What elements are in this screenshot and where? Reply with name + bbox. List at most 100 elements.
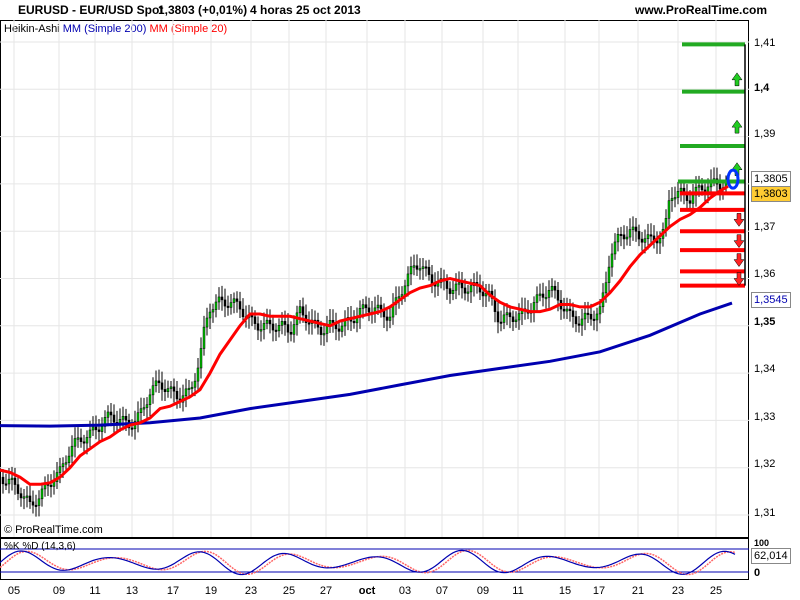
candle-body	[214, 301, 218, 310]
candle-body	[331, 320, 335, 323]
candle-body	[634, 226, 638, 232]
candle-body	[157, 380, 161, 384]
y-tick: 1,32	[754, 458, 776, 470]
candle-body	[706, 186, 710, 193]
candle-body	[613, 241, 617, 255]
candle-body	[592, 318, 596, 321]
x-tick: 27	[319, 585, 333, 597]
candle-body	[205, 317, 209, 328]
candle-body	[409, 266, 413, 275]
candle-body	[688, 200, 692, 204]
candle-body	[412, 265, 416, 268]
candle-body	[514, 319, 518, 322]
candle-body	[322, 333, 326, 336]
candle-body	[232, 298, 236, 303]
candle-body	[697, 185, 701, 188]
candle-body	[238, 301, 242, 310]
candle-body	[253, 316, 257, 324]
x-tick: 25	[709, 585, 723, 597]
ma200-value-box: 1,3545	[751, 292, 791, 308]
candle-body	[388, 316, 392, 321]
candle-body	[4, 483, 8, 486]
candle-body	[667, 200, 671, 219]
candle-body	[160, 382, 164, 390]
stoch-top-tick: 100	[754, 538, 770, 548]
candle-body	[277, 325, 281, 332]
candle-body	[469, 285, 473, 293]
candle-body	[670, 198, 674, 201]
down-arrow-icon	[733, 213, 745, 227]
candle-body	[502, 314, 506, 323]
candle-body	[40, 488, 44, 500]
candle-body	[298, 306, 302, 314]
stoch-value-box: 62,014	[751, 548, 791, 564]
candle-body	[184, 388, 188, 397]
x-tick: 09	[52, 585, 66, 597]
candle-body	[562, 308, 566, 312]
x-tick: 05	[7, 585, 21, 597]
candle-body	[235, 298, 239, 302]
candle-body	[289, 331, 293, 335]
candle-body	[496, 311, 500, 323]
stochastic-label: %K %D (14,3,6)	[4, 541, 76, 552]
candle-body	[265, 319, 269, 324]
candle-body	[379, 304, 383, 310]
candle-body	[97, 429, 101, 432]
x-tick: 21	[631, 585, 645, 597]
candle-body	[148, 394, 152, 405]
candle-body	[481, 291, 485, 297]
candle-body	[616, 233, 620, 243]
candle-body	[424, 266, 428, 269]
candle-body	[82, 441, 86, 444]
candle-body	[637, 231, 641, 240]
candle-body	[250, 315, 254, 318]
candle-body	[325, 326, 329, 334]
candle-body	[571, 310, 575, 317]
candle-body	[91, 426, 95, 431]
candle-body	[640, 238, 644, 243]
x-tick: 25	[282, 585, 296, 597]
candle-body	[505, 312, 509, 316]
candle-body	[262, 323, 266, 330]
candle-body	[70, 445, 74, 457]
candle-body	[583, 312, 587, 320]
candle-body	[586, 312, 590, 315]
stoch-d-line	[0, 549, 736, 576]
candle-body	[643, 238, 647, 243]
candle-body	[610, 253, 614, 268]
candle-body	[457, 282, 461, 285]
candle-body	[580, 318, 584, 326]
y-tick: 1,33	[754, 411, 776, 423]
candle-body	[106, 411, 110, 418]
candle-body	[268, 319, 272, 325]
price-chart	[0, 20, 749, 576]
candle-body	[283, 321, 287, 325]
candle-body	[673, 197, 677, 200]
candle-body	[172, 386, 176, 392]
candle-body	[1, 476, 5, 485]
candle-body	[385, 316, 389, 321]
candle-body	[421, 266, 425, 269]
candle-body	[625, 236, 629, 240]
candle-body	[403, 285, 407, 295]
y-tick: 1,41	[754, 37, 776, 49]
candle-body	[34, 504, 38, 507]
x-tick: oct	[358, 585, 376, 597]
candle-body	[658, 238, 662, 244]
candle-body	[517, 313, 521, 321]
candle-body	[649, 234, 653, 237]
x-tick: 17	[592, 585, 606, 597]
candle-body	[577, 323, 581, 326]
x-tick: 23	[671, 585, 685, 597]
candle-body	[136, 412, 140, 422]
candle-body	[61, 463, 65, 468]
up-arrow-icon	[731, 72, 743, 87]
candle-body	[286, 324, 290, 333]
candle-body	[466, 291, 470, 294]
candle-body	[568, 308, 572, 312]
candle-body	[508, 312, 512, 318]
up-arrow-icon	[731, 119, 743, 134]
y-tick: 1,31	[754, 507, 776, 519]
candle-body	[376, 304, 380, 309]
candle-body	[427, 266, 431, 275]
